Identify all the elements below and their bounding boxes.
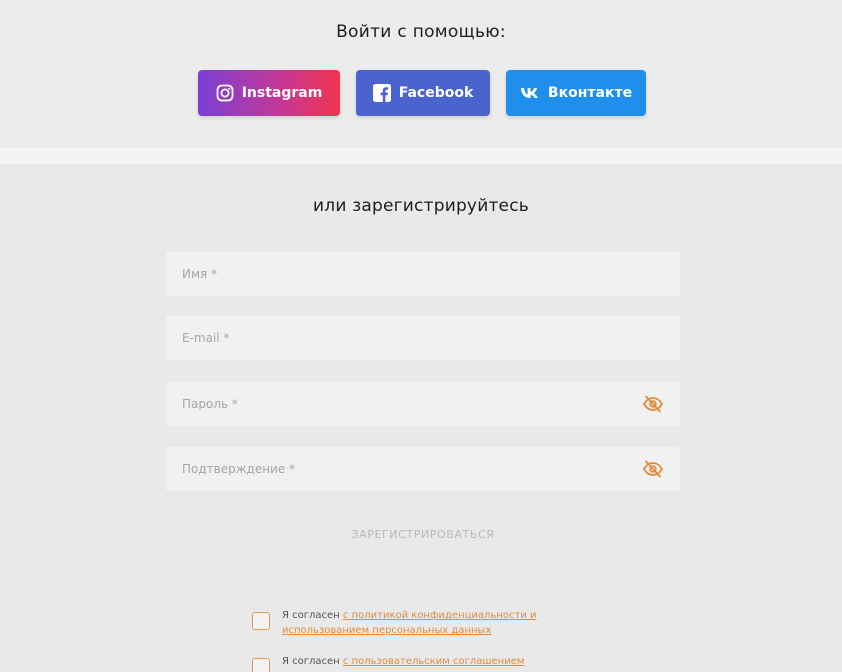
password-input[interactable] bbox=[166, 382, 680, 426]
eye-off-icon bbox=[642, 395, 664, 413]
eye-off-icon bbox=[642, 460, 664, 478]
instagram-icon bbox=[216, 84, 234, 102]
terms-consent: Я согласен с пользовательским соглашение… bbox=[252, 654, 592, 672]
email-field-wrapper bbox=[166, 316, 680, 360]
privacy-consent-prefix: Я согласен bbox=[282, 610, 343, 621]
social-login-title: Войти с помощью: bbox=[336, 22, 506, 42]
name-input[interactable] bbox=[166, 252, 680, 296]
password-field-wrapper bbox=[166, 382, 680, 426]
name-field-wrapper bbox=[166, 252, 680, 296]
register-section: или зарегистрируйтесь Имя * E-mail * ЗАР… bbox=[0, 164, 842, 672]
confirm-field-wrapper bbox=[166, 447, 680, 491]
social-buttons-group: Instagram Facebook Вконтакте bbox=[198, 70, 646, 116]
confirm-password-input[interactable] bbox=[166, 447, 680, 491]
terms-consent-checkbox[interactable] bbox=[252, 658, 270, 672]
vk-icon bbox=[520, 86, 540, 100]
instagram-button-label: Instagram bbox=[241, 85, 323, 101]
vk-button-label: Вконтакте bbox=[547, 85, 633, 101]
registration-page: Войти с помощью: Instagram Facebook Вкон… bbox=[0, 0, 842, 672]
terms-consent-text: Я согласен с пользовательским соглашение… bbox=[282, 654, 592, 669]
password-visibility-toggle[interactable] bbox=[642, 394, 664, 414]
register-submit-button[interactable]: ЗАРЕГИСТРИРОВАТЬСЯ bbox=[166, 520, 680, 548]
register-title: или зарегистрируйтесь bbox=[313, 196, 529, 216]
email-input[interactable] bbox=[166, 316, 680, 360]
privacy-consent: Я согласен с политикой конфиденциальност… bbox=[252, 608, 592, 638]
social-login-section: Войти с помощью: Instagram Facebook Вкон… bbox=[0, 0, 842, 148]
facebook-login-button[interactable]: Facebook bbox=[356, 70, 490, 116]
vk-login-button[interactable]: Вконтакте bbox=[506, 70, 646, 116]
confirm-visibility-toggle[interactable] bbox=[642, 459, 664, 479]
privacy-consent-text: Я согласен с политикой конфиденциальност… bbox=[282, 608, 592, 638]
terms-consent-prefix: Я согласен bbox=[282, 656, 343, 667]
privacy-consent-checkbox[interactable] bbox=[252, 612, 270, 630]
facebook-icon bbox=[372, 84, 391, 102]
section-divider bbox=[0, 148, 842, 164]
facebook-button-label: Facebook bbox=[398, 85, 474, 101]
instagram-login-button[interactable]: Instagram bbox=[198, 70, 340, 116]
user-agreement-link[interactable]: с пользовательским соглашением bbox=[343, 656, 525, 667]
